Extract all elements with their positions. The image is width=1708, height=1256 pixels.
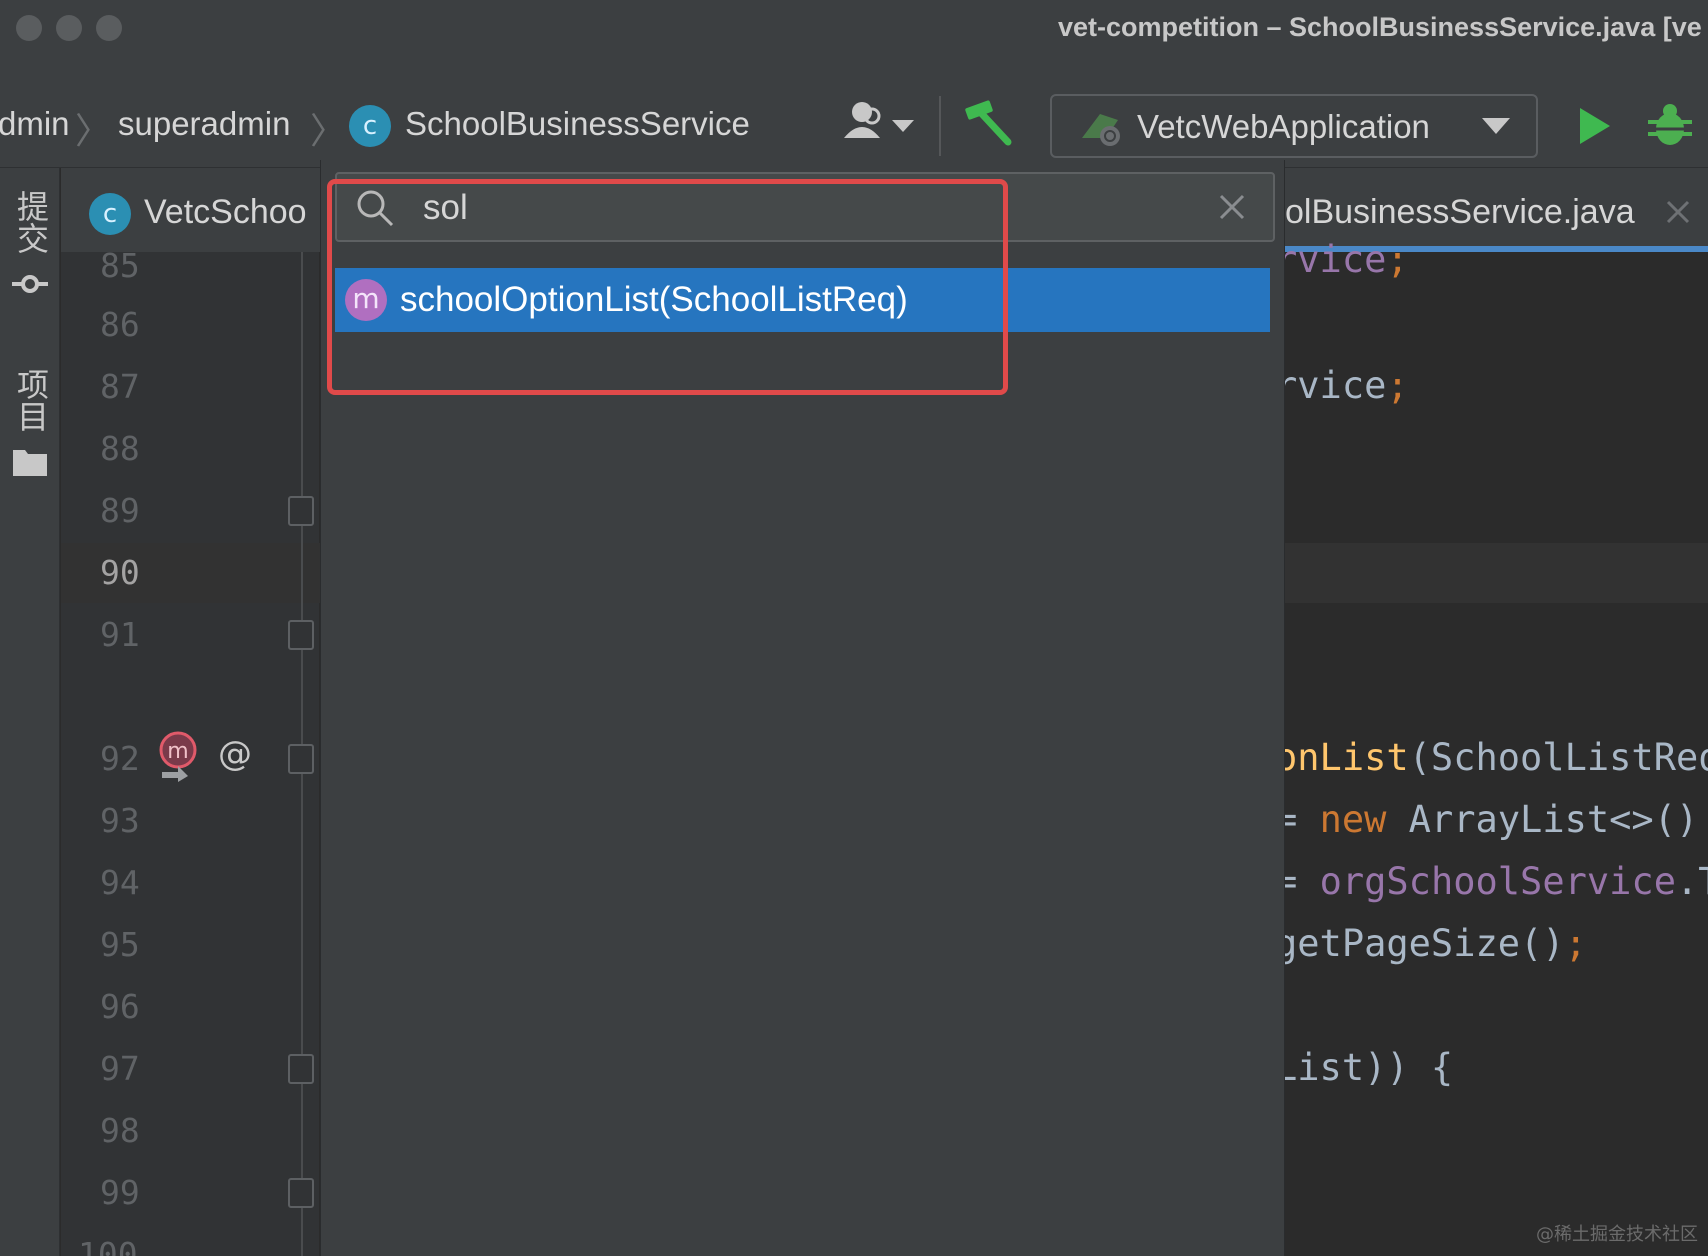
commit-tool-label[interactable]: 提交 bbox=[8, 190, 54, 254]
code-line-85: rvice; bbox=[1275, 238, 1409, 281]
code-token: ; bbox=[1564, 922, 1587, 965]
line-number: 86 bbox=[100, 305, 140, 344]
code-token: (SchoolListReq bbox=[1408, 736, 1708, 779]
fold-toggle[interactable] bbox=[288, 744, 314, 774]
line-number: 85 bbox=[100, 246, 140, 285]
code-token: getPageSize() bbox=[1275, 922, 1565, 965]
code-token: new bbox=[1319, 798, 1387, 841]
fold-toggle[interactable] bbox=[288, 496, 314, 526]
chevron-down-icon bbox=[1482, 118, 1510, 141]
commit-icon[interactable] bbox=[12, 272, 48, 301]
minimize-window-button[interactable] bbox=[56, 15, 82, 41]
code-line-97: List)) { bbox=[1275, 1046, 1453, 1089]
line-number: 99 bbox=[100, 1173, 140, 1212]
line-number: 89 bbox=[100, 491, 140, 530]
clear-search-icon[interactable] bbox=[1219, 194, 1245, 225]
line-number: 96 bbox=[100, 987, 140, 1026]
run-configuration-selector[interactable]: VetcWebApplication bbox=[1050, 94, 1538, 158]
watermark: @稀土掘金技术社区 bbox=[1536, 1224, 1698, 1245]
code-line-87: rvice; bbox=[1275, 364, 1409, 407]
code-token: ; bbox=[1386, 238, 1409, 281]
close-window-button[interactable] bbox=[16, 15, 42, 41]
close-tab-icon[interactable] bbox=[1666, 200, 1690, 229]
annotation-icon[interactable]: @ bbox=[218, 734, 252, 774]
line-number: 98 bbox=[100, 1111, 140, 1150]
line-number: 93 bbox=[100, 801, 140, 840]
line-number: 97 bbox=[100, 1049, 140, 1088]
tab-vetc-school[interactable]: VetcSchoo bbox=[144, 193, 307, 232]
code-token: onList bbox=[1275, 736, 1409, 779]
class-icon: c bbox=[89, 193, 131, 235]
toolbar-divider bbox=[939, 96, 941, 156]
code-line-92: onList(SchoolListReq bbox=[1275, 736, 1708, 779]
navigation-bar: dmin 〉 superadmin 〉 c SchoolBusinessServ… bbox=[0, 58, 1708, 168]
breadcrumb-item-class[interactable]: SchoolBusinessService bbox=[405, 105, 750, 143]
line-number: 88 bbox=[100, 429, 140, 468]
code-token: rvice bbox=[1275, 364, 1387, 407]
tab-school-business-service[interactable]: olBusinessService.java bbox=[1285, 193, 1635, 232]
code-token: List)) { bbox=[1275, 1046, 1454, 1089]
run-icon[interactable] bbox=[1578, 106, 1612, 151]
line-number-current: 90 bbox=[100, 553, 140, 592]
implements-method-icon[interactable]: m bbox=[158, 730, 200, 787]
run-configuration-label: VetcWebApplication bbox=[1137, 108, 1430, 145]
zoom-window-button[interactable] bbox=[96, 15, 122, 41]
spring-boot-icon bbox=[1080, 108, 1126, 153]
line-number: 91 bbox=[100, 615, 140, 654]
build-hammer-icon[interactable] bbox=[962, 98, 1016, 153]
code-token: ; bbox=[1386, 364, 1409, 407]
code-line-95: getPageSize(); bbox=[1275, 922, 1587, 965]
title-bar: vet-competition – SchoolBusinessService.… bbox=[0, 0, 1708, 58]
svg-text:m: m bbox=[167, 739, 188, 764]
debug-icon[interactable] bbox=[1648, 102, 1692, 153]
line-number: 94 bbox=[100, 863, 140, 902]
breadcrumb-separator: 〉 bbox=[75, 111, 112, 152]
code-line-94: = orgSchoolService.T bbox=[1275, 860, 1708, 903]
code-token: orgSchoolService bbox=[1319, 860, 1676, 903]
breadcrumb-item-admin[interactable]: dmin bbox=[0, 105, 70, 143]
highlight-annotation-box bbox=[327, 179, 1008, 395]
fold-toggle[interactable] bbox=[288, 1054, 314, 1084]
line-number: 87 bbox=[100, 367, 140, 406]
code-token: rvice bbox=[1275, 238, 1387, 281]
code-token: .T bbox=[1675, 860, 1708, 903]
class-icon: c bbox=[349, 105, 391, 147]
fold-toggle[interactable] bbox=[288, 620, 314, 650]
left-tool-strip: 提交 项目 bbox=[0, 168, 60, 1256]
fold-toggle[interactable] bbox=[288, 1178, 314, 1208]
breadcrumb-separator: 〉 bbox=[310, 111, 347, 152]
vcs-user-icon[interactable] bbox=[838, 98, 918, 153]
breadcrumb-item-superadmin[interactable]: superadmin bbox=[118, 105, 290, 143]
code-token: ArrayList<>() bbox=[1386, 798, 1699, 841]
line-number: 95 bbox=[100, 925, 140, 964]
folder-icon[interactable] bbox=[13, 448, 47, 481]
line-number: 100 bbox=[78, 1235, 138, 1256]
project-tool-label[interactable]: 项目 bbox=[8, 368, 54, 432]
window-title: vet-competition – SchoolBusinessService.… bbox=[1058, 12, 1702, 42]
code-line-93: = new ArrayList<>() bbox=[1275, 798, 1698, 841]
